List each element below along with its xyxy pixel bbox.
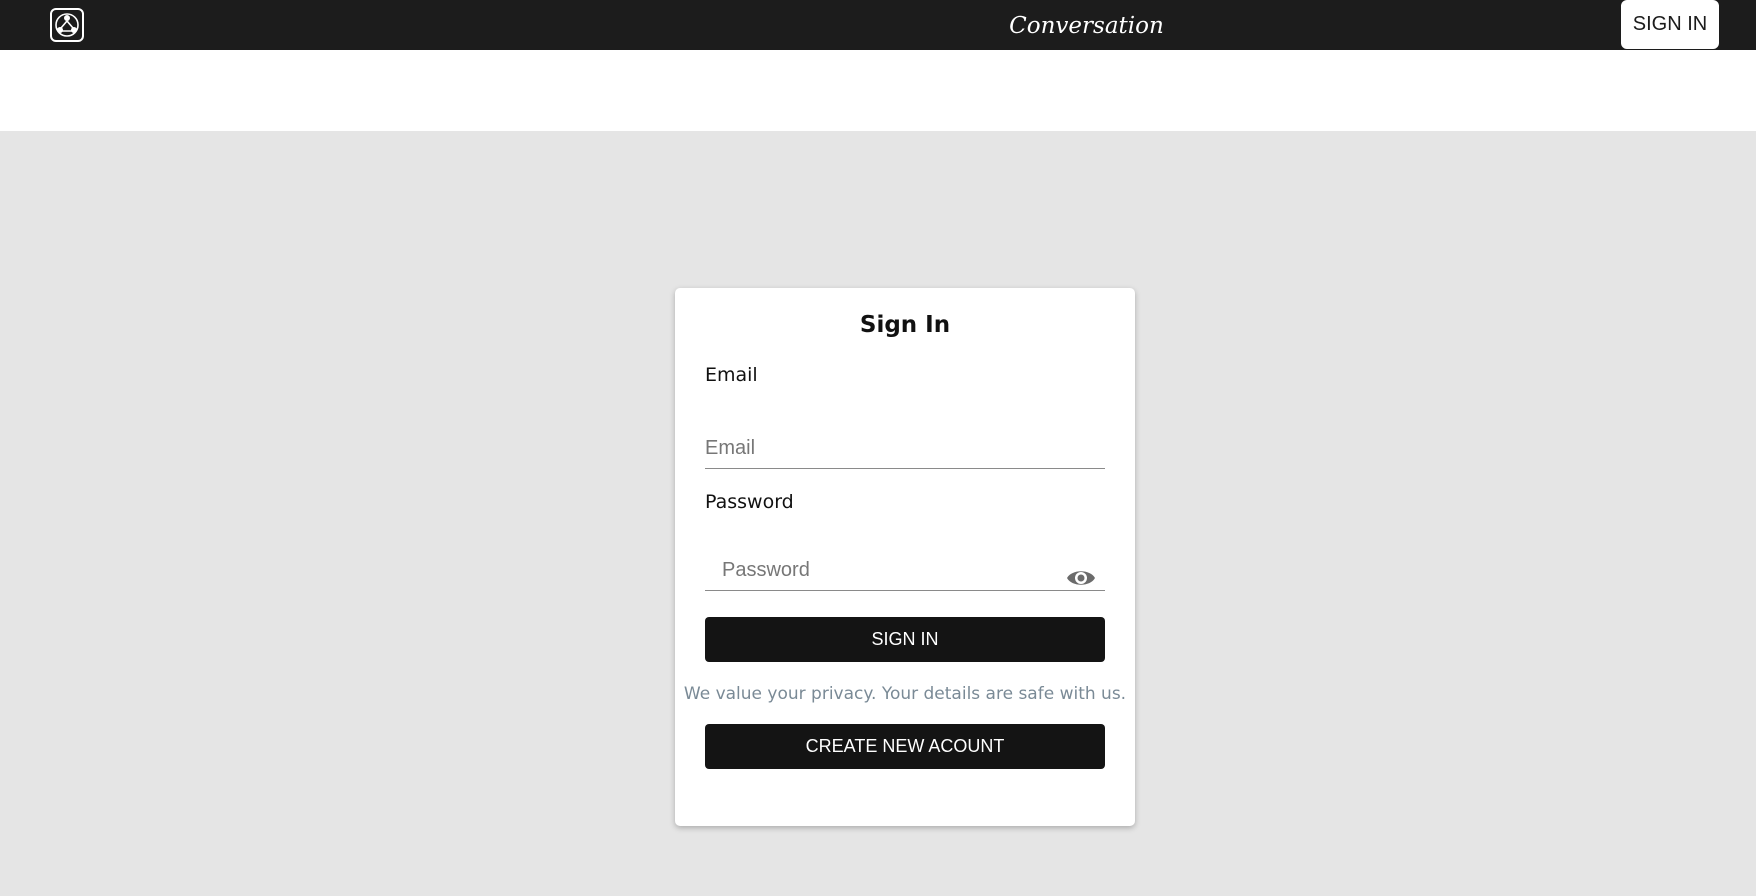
privacy-note: We value your privacy. Your details are … [683, 684, 1127, 704]
email-label: Email [705, 364, 758, 386]
header-signin-button[interactable]: SIGN IN [1621, 0, 1719, 49]
email-field[interactable] [705, 429, 1105, 469]
eye-icon[interactable] [1066, 566, 1096, 590]
password-label: Password [705, 491, 794, 513]
signin-title: Sign In [859, 312, 951, 338]
top-navbar: Conversation SIGN IN [0, 0, 1756, 50]
password-field[interactable] [705, 551, 1105, 591]
header-spacer [0, 50, 1756, 131]
signin-card: Sign In Email Password SIGN IN We value … [675, 288, 1135, 826]
create-account-button[interactable]: CREATE NEW ACOUNT [705, 724, 1105, 769]
signin-submit-button[interactable]: SIGN IN [705, 617, 1105, 662]
app-title: Conversation [1009, 13, 1164, 39]
